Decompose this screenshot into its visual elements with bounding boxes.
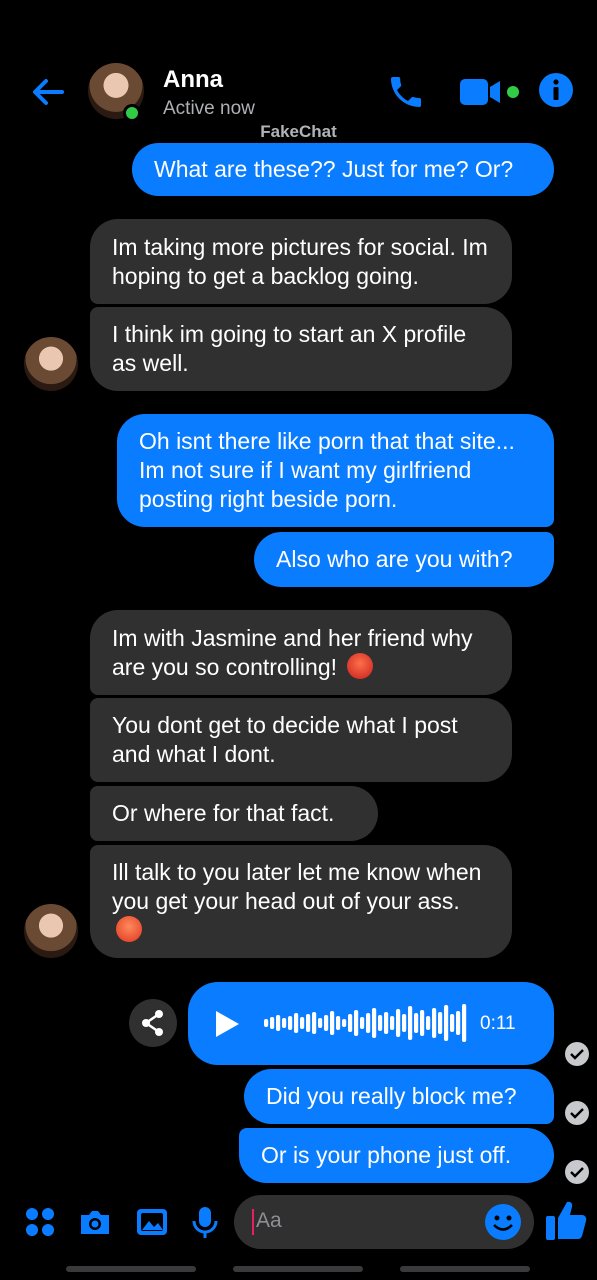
waveform-bar — [366, 1013, 371, 1033]
waveform-bar — [372, 1008, 377, 1038]
contact-name[interactable]: Anna — [163, 66, 223, 94]
waveform-bar — [300, 1017, 305, 1029]
read-receipt-icon — [565, 1160, 589, 1184]
message-text: What are these?? Just for me? Or? — [154, 156, 514, 182]
read-receipt-icon — [565, 1101, 589, 1125]
waveform-bar — [414, 1013, 419, 1033]
waveform-bar — [294, 1013, 299, 1033]
voice-message[interactable]: 0:11 — [188, 982, 554, 1065]
angry-face-emoji-icon — [116, 916, 142, 942]
waveform-bar — [360, 1017, 365, 1029]
gesture-bar-segment — [233, 1266, 363, 1272]
waveform-bar — [426, 1016, 431, 1030]
sender-avatar[interactable] — [24, 337, 78, 391]
waveform-bar — [408, 1006, 413, 1040]
waveform-bar — [438, 1012, 443, 1034]
message-outgoing[interactable]: What are these?? Just for me? Or? — [132, 143, 554, 196]
phone-icon[interactable] — [386, 72, 426, 112]
waveform-bar — [354, 1010, 359, 1036]
message-incoming[interactable]: Im with Jasmine and her friend why are y… — [90, 610, 512, 695]
waveform-bar — [276, 1015, 281, 1031]
waveform-bar — [342, 1019, 347, 1027]
gesture-bar-segment — [400, 1266, 530, 1272]
play-icon[interactable] — [214, 1010, 240, 1038]
watermark-text: FakeChat — [260, 122, 337, 141]
read-receipt-icon — [565, 1042, 589, 1066]
message-input[interactable]: Aa — [234, 1195, 534, 1249]
waveform-bar — [450, 1014, 455, 1032]
online-indicator — [123, 104, 141, 122]
message-text: Did you really block me? — [266, 1083, 517, 1109]
chat-header: Anna Active now FakeChat — [0, 0, 597, 141]
message-incoming[interactable]: Or where for that fact. — [90, 786, 378, 841]
gesture-bar-segment — [66, 1266, 196, 1272]
active-status: Active now — [163, 98, 255, 119]
waveform-bar — [420, 1010, 425, 1036]
waveform-bar — [264, 1019, 269, 1027]
video-call-icon[interactable] — [460, 76, 526, 108]
message-text: Im with Jasmine and her friend why are y… — [112, 624, 473, 680]
text-cursor — [252, 1209, 254, 1235]
waveform-bar — [336, 1016, 341, 1030]
back-arrow-icon[interactable] — [28, 72, 68, 112]
message-text: Also who are you with? — [276, 546, 513, 572]
message-incoming[interactable]: I think im going to start an X profile a… — [90, 307, 512, 391]
cursing-face-emoji-icon — [347, 652, 374, 679]
message-incoming[interactable]: You dont get to decide what I post and w… — [90, 698, 512, 782]
voice-duration: 0:11 — [480, 1013, 516, 1034]
message-incoming[interactable]: Ill talk to you later let me know when y… — [90, 845, 512, 958]
message-text: Im taking more pictures for social. Im h… — [112, 233, 488, 289]
message-text-wrap: Im with Jasmine and her friend why are y… — [112, 624, 490, 682]
message-outgoing[interactable]: Did you really block me? — [244, 1069, 554, 1124]
message-text: Or is your phone just off. — [261, 1142, 512, 1168]
waveform-bar — [396, 1009, 401, 1037]
audio-waveform[interactable] — [264, 1003, 468, 1043]
share-icon — [142, 1010, 163, 1036]
waveform-bar — [384, 1012, 389, 1034]
input-placeholder: Aa — [256, 1209, 282, 1232]
more-apps-icon[interactable] — [22, 1204, 58, 1240]
sender-avatar[interactable] — [24, 904, 78, 958]
thumbs-up-icon[interactable] — [543, 1196, 591, 1244]
waveform-bar — [330, 1011, 335, 1035]
waveform-bar — [312, 1012, 317, 1034]
message-text: Ill talk to you later let me know when y… — [112, 859, 482, 914]
message-text: Or where for that fact. — [112, 800, 335, 826]
message-incoming[interactable]: Im taking more pictures for social. Im h… — [90, 219, 512, 304]
waveform-bar — [270, 1017, 275, 1029]
message-outgoing[interactable]: Or is your phone just off. — [239, 1128, 554, 1183]
waveform-bar — [324, 1015, 329, 1031]
info-icon[interactable] — [538, 72, 574, 108]
waveform-bar — [390, 1016, 395, 1030]
message-outgoing[interactable]: Also who are you with? — [254, 532, 554, 587]
message-text: I think im going to start an X profile a… — [112, 321, 467, 376]
message-text: You dont get to decide what I post and w… — [112, 712, 458, 767]
camera-icon[interactable] — [77, 1204, 113, 1240]
message-outgoing[interactable]: Oh isnt there like porn that that site..… — [117, 414, 554, 527]
share-button[interactable] — [129, 999, 177, 1047]
waveform-bar — [456, 1011, 461, 1035]
waveform-bar — [288, 1016, 293, 1030]
waveform-bar — [306, 1014, 311, 1032]
waveform-bar — [348, 1014, 353, 1032]
waveform-bar — [402, 1014, 407, 1032]
waveform-bar — [378, 1015, 383, 1031]
emoji-picker-icon[interactable] — [484, 1203, 522, 1241]
waveform-bar — [432, 1008, 437, 1038]
waveform-bar — [282, 1018, 287, 1028]
waveform-bar — [444, 1005, 449, 1041]
waveform-bar — [462, 1004, 467, 1042]
gallery-icon[interactable] — [134, 1204, 170, 1240]
message-text-wrap: Ill talk to you later let me know when y… — [112, 858, 490, 945]
microphone-icon[interactable] — [187, 1204, 223, 1240]
waveform-bar — [318, 1018, 323, 1028]
message-text: Oh isnt there like porn that that site..… — [139, 428, 515, 512]
